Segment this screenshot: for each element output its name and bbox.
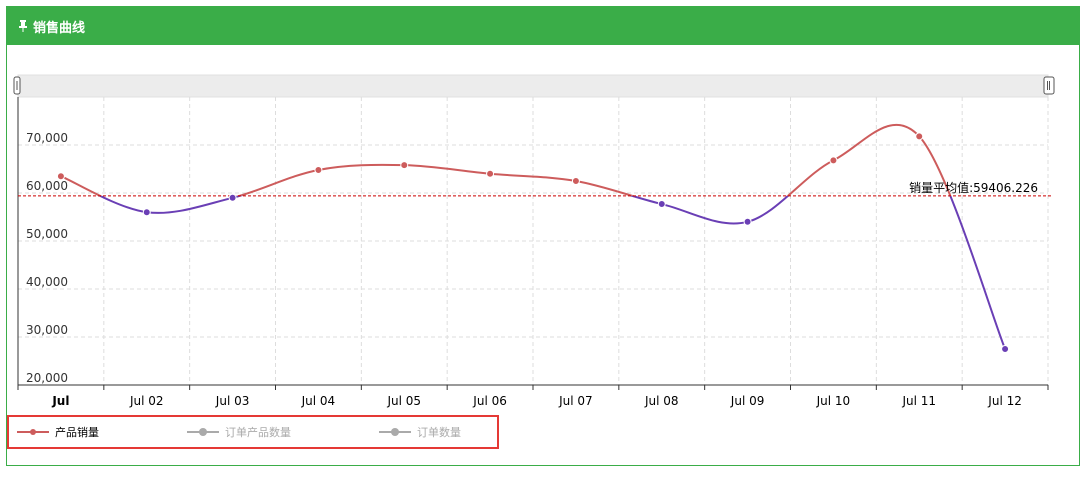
legend-label: 订单数量 (417, 426, 461, 439)
x-tick-label: Jul 11 (901, 394, 936, 408)
data-point[interactable] (657, 200, 666, 209)
x-tick-label: Jul (51, 394, 69, 408)
data-point[interactable] (142, 208, 151, 217)
x-tick-label: Jul 08 (644, 394, 679, 408)
data-point[interactable] (915, 132, 924, 141)
legend-label: 产品销量 (55, 426, 99, 439)
average-label: 销量平均值:59406.226 (909, 180, 1038, 195)
legend-label: 订单产品数量 (225, 426, 291, 439)
y-tick-label: 20,000 (26, 371, 68, 385)
legend-marker (17, 429, 49, 435)
y-tick-label: 40,000 (26, 275, 68, 289)
y-tick-label: 50,000 (26, 227, 68, 241)
x-tick-label: Jul 03 (215, 394, 250, 408)
data-point[interactable] (571, 177, 580, 185)
data-point[interactable] (486, 169, 495, 178)
x-tick-label: Jul 07 (558, 394, 593, 408)
data-point[interactable] (56, 172, 65, 181)
chart-legend: 产品销量 订单产品数量 订单数量 (7, 415, 499, 449)
legend-marker (379, 428, 411, 436)
legend-marker (187, 428, 219, 436)
y-tick-label: 60,000 (26, 179, 68, 193)
data-point[interactable] (1001, 345, 1010, 353)
legend-item[interactable]: 订单数量 (379, 417, 461, 447)
data-point[interactable] (743, 217, 752, 226)
data-point[interactable] (314, 165, 323, 174)
x-tick-label: Jul 09 (730, 394, 765, 408)
sales-line-chart: 20,000 30,000 40,000 50,000 60,000 70,000 Jul J… (13, 74, 1055, 408)
navigator-track[interactable] (17, 74, 1049, 98)
data-point[interactable] (228, 193, 237, 202)
x-tick-label: Jul 05 (386, 394, 421, 408)
x-tick-label: Jul 04 (301, 394, 336, 408)
legend-item[interactable]: 订单产品数量 (187, 417, 291, 447)
x-tick-label: Jul 02 (129, 394, 164, 408)
y-tick-label: 30,000 (26, 323, 68, 337)
x-tick-label: Jul 10 (816, 394, 851, 408)
data-point[interactable] (829, 156, 838, 165)
x-tick-label: Jul 06 (472, 394, 507, 408)
x-tick-label: Jul 12 (987, 394, 1022, 408)
y-tick-label: 70,000 (26, 131, 68, 145)
data-point[interactable] (400, 161, 409, 170)
legend-item[interactable]: 产品销量 (17, 417, 99, 447)
